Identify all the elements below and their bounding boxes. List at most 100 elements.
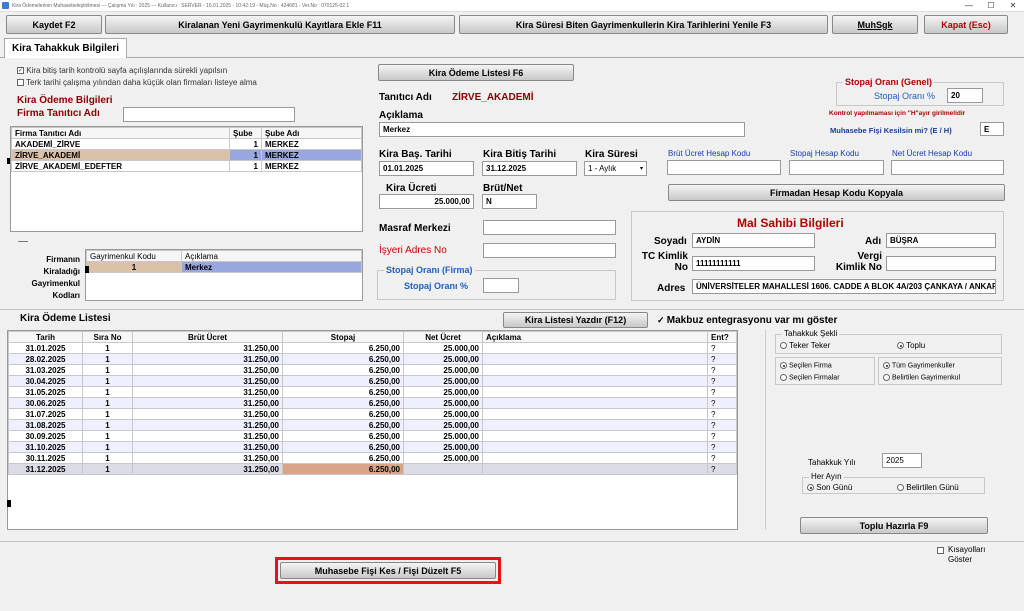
table-row[interactable]: AKADEMİ_ZİRVE 1 MERKEZ (11, 138, 362, 150)
tab-kira-tahakkuk[interactable]: Kira Tahakkuk Bilgileri (4, 38, 128, 58)
maximize-button[interactable]: ☐ (980, 0, 1002, 12)
col-net-ucret[interactable]: Net Ücret (403, 331, 483, 343)
table-row[interactable]: ZİRVE_AKADEMİ_EDEFTER 1 MERKEZ (11, 160, 362, 172)
kira-bitis-input[interactable]: 31.12.2025 (482, 161, 577, 176)
check-icon[interactable]: ✓ (657, 315, 665, 324)
gayrimenkul-grid[interactable]: Gayrimenkul Kodu Açıklama 1 Merkez (85, 249, 363, 301)
col-firma-tanitici[interactable]: Firma Tanıtıcı Adı (11, 127, 230, 139)
adi-label: Adı (865, 236, 882, 247)
radio-icon[interactable] (897, 342, 904, 350)
muhsgk-button[interactable]: MuhSgk (832, 15, 918, 34)
muhasebe-fisi-input[interactable]: E (980, 122, 1004, 136)
table-row[interactable]: 31.12.2025 1 31.250,00 6.250,00? (8, 463, 737, 475)
col-stopaj[interactable]: Stopaj (282, 331, 404, 343)
cell-brut-ucret: 31.250,00 (132, 419, 283, 431)
aciklama-input[interactable]: Merkez (379, 122, 745, 137)
kira-listesi-yazdir-button[interactable]: Kira Listesi Yazdır (F12) (503, 312, 648, 328)
chevron-down-icon[interactable]: ▾ (640, 165, 643, 172)
vergi-input[interactable] (886, 256, 996, 271)
belirtilen-gayr-label: Belirtilen Gayrimenkul (891, 374, 961, 382)
secilen-firmalar-radio[interactable]: Seçilen Firmalar (780, 374, 840, 381)
muhasebe-fisi-kes-button[interactable]: Muhasebe Fişi Kes / Fişi Düzelt F5 (280, 562, 496, 579)
radio-icon[interactable] (780, 362, 787, 369)
cell-ent: ? (707, 452, 737, 464)
kira-suresi-yenile-button[interactable]: Kira Süresi Biten Gayrimenkullerin Kira … (459, 15, 828, 34)
checkbox-empty[interactable] (937, 547, 944, 555)
kaydet-button[interactable]: Kaydet F2 (6, 15, 102, 34)
tahakkuk-yili-input[interactable]: 2025 (882, 453, 922, 468)
table-row-selected[interactable]: ZİRVE_AKADEMİ 1 MERKEZ (11, 149, 362, 161)
cell-brut-ucret: 31.250,00 (132, 375, 283, 387)
table-row[interactable]: 30.06.2025 1 31.250,00 6.250,00 25.000,00? (8, 397, 737, 409)
cell-ent: ? (707, 386, 737, 398)
adres-input[interactable]: ÜNİVERSİTELER MAHALLESİ 1606. CADDE A BL… (692, 279, 996, 294)
kira-odeme-listesi-button[interactable]: Kira Ödeme Listesi F6 (378, 64, 574, 81)
stopaj-hesap-input[interactable] (789, 160, 884, 175)
firma-grid[interactable]: Firma Tanıtıcı Adı Şube Şube Adı AKADEMİ_Z… (10, 126, 363, 232)
col-ent[interactable]: Ent? (707, 331, 737, 343)
adi-input[interactable]: BÜŞRA (886, 233, 996, 248)
kira-odeme-grid[interactable]: Tarih Sıra No Brüt Ücret Stopaj Net Ücre… (7, 330, 738, 530)
col-tarih[interactable]: Tarih (8, 331, 83, 343)
col-aciklama[interactable]: Açıklama (482, 331, 708, 343)
option-terk-tarihi[interactable]: Terk tarihi çalışma yılından daha küçük … (17, 78, 257, 87)
kira-ucreti-input[interactable]: 25.000,00 (379, 194, 474, 209)
tc-input[interactable]: 11111111111 (692, 256, 815, 271)
kisayollar-option[interactable] (937, 546, 944, 555)
net-hesap-input[interactable] (891, 160, 1004, 175)
cell-ent: ? (707, 419, 737, 431)
col-sira-no[interactable]: Sıra No (82, 331, 133, 343)
isyeri-adres-input[interactable] (483, 243, 616, 258)
checkbox-empty[interactable] (17, 79, 24, 87)
brut-net-input[interactable]: N (482, 194, 537, 209)
table-row[interactable]: 31.08.2025 1 31.250,00 6.250,00 25.000,00? (8, 419, 737, 431)
radio-icon[interactable] (883, 362, 890, 369)
col-sube[interactable]: Şube (229, 127, 262, 139)
col-sube-adi[interactable]: Şube Adı (261, 127, 362, 139)
window-controls: — ☐ ✕ (958, 0, 1024, 12)
kiralanan-ekle-button[interactable]: Kiralanan Yeni Gayrimenkulü Kayıtlara Ek… (105, 15, 455, 34)
radio-icon[interactable] (780, 374, 787, 381)
table-row[interactable]: 30.09.2025 1 31.250,00 6.250,00 25.000,00? (8, 430, 737, 442)
toplu-hazirla-button[interactable]: Toplu Hazırla F9 (800, 517, 988, 534)
masraf-merkezi-input[interactable] (483, 220, 616, 235)
teker-teker-radio[interactable]: Teker Teker (780, 341, 830, 350)
secilen-firma-radio[interactable]: Seçilen Firma (780, 362, 832, 369)
splitter-handle[interactable] (18, 241, 28, 242)
table-row[interactable]: 31.10.2025 1 31.250,00 6.250,00 25.000,00? (8, 441, 737, 453)
kira-suresi-select[interactable]: 1 - Aylık ▾ (584, 161, 647, 176)
option-kira-bitis[interactable]: ✓ Kira bitiş tarih kontrolü sayfa açılış… (17, 66, 227, 75)
close-window-button[interactable]: ✕ (1002, 0, 1024, 12)
radio-icon[interactable] (807, 484, 814, 492)
table-row[interactable]: 31.01.2025 1 31.250,00 6.250,00 25.000,00? (8, 342, 737, 354)
col-gayrimenkul-kodu[interactable]: Gayrimenkul Kodu (86, 250, 182, 262)
belirtilen-gayrimenkul-radio[interactable]: Belirtilen Gayrimenkul (883, 374, 960, 381)
table-row[interactable]: 31.03.2025 1 31.250,00 6.250,00 25.000,00? (8, 364, 737, 376)
tum-gayrimenkuller-radio[interactable]: Tüm Gayrimenkuller (883, 362, 955, 369)
stopaj-genel-input[interactable]: 20 (947, 88, 983, 103)
table-row[interactable]: 30.04.2025 1 31.250,00 6.250,00 25.000,00? (8, 375, 737, 387)
toplu-radio[interactable]: Toplu (897, 341, 925, 350)
kira-bas-input[interactable]: 01.01.2025 (379, 161, 474, 176)
col-brut-ucret[interactable]: Brüt Ücret (132, 331, 283, 343)
table-row[interactable]: 31.07.2025 1 31.250,00 6.250,00 25.000,00? (8, 408, 737, 420)
son-gunu-radio[interactable]: Son Günü (807, 483, 852, 492)
table-row[interactable]: 30.11.2025 1 31.250,00 6.250,00 25.000,00? (8, 452, 737, 464)
radio-icon[interactable] (897, 484, 904, 492)
radio-icon[interactable] (883, 374, 890, 381)
table-row[interactable]: 31.05.2025 1 31.250,00 6.250,00 25.000,00? (8, 386, 737, 398)
kapat-button[interactable]: Kapat (Esc) (924, 15, 1008, 34)
minimize-button[interactable]: — (958, 0, 980, 12)
table-row[interactable]: 1 Merkez (86, 261, 362, 273)
belirtilen-gunu-radio[interactable]: Belirtilen Günü (897, 483, 959, 492)
col-gayr-aciklama[interactable]: Açıklama (181, 250, 362, 262)
soyadi-input[interactable]: AYDİN (692, 233, 815, 248)
brut-hesap-input[interactable] (667, 160, 781, 175)
makbuz-option[interactable]: ✓ Makbuz entegrasyonu var mı göster (657, 315, 837, 326)
stopaj-firma-input[interactable] (483, 278, 519, 293)
firmadan-hesap-kopyala-button[interactable]: Firmadan Hesap Kodu Kopyala (668, 184, 1005, 201)
firma-tanitici-input[interactable] (123, 107, 295, 122)
radio-icon[interactable] (780, 342, 787, 350)
table-row[interactable]: 28.02.2025 1 31.250,00 6.250,00 25.000,00? (8, 353, 737, 365)
check-icon[interactable]: ✓ (17, 67, 24, 75)
